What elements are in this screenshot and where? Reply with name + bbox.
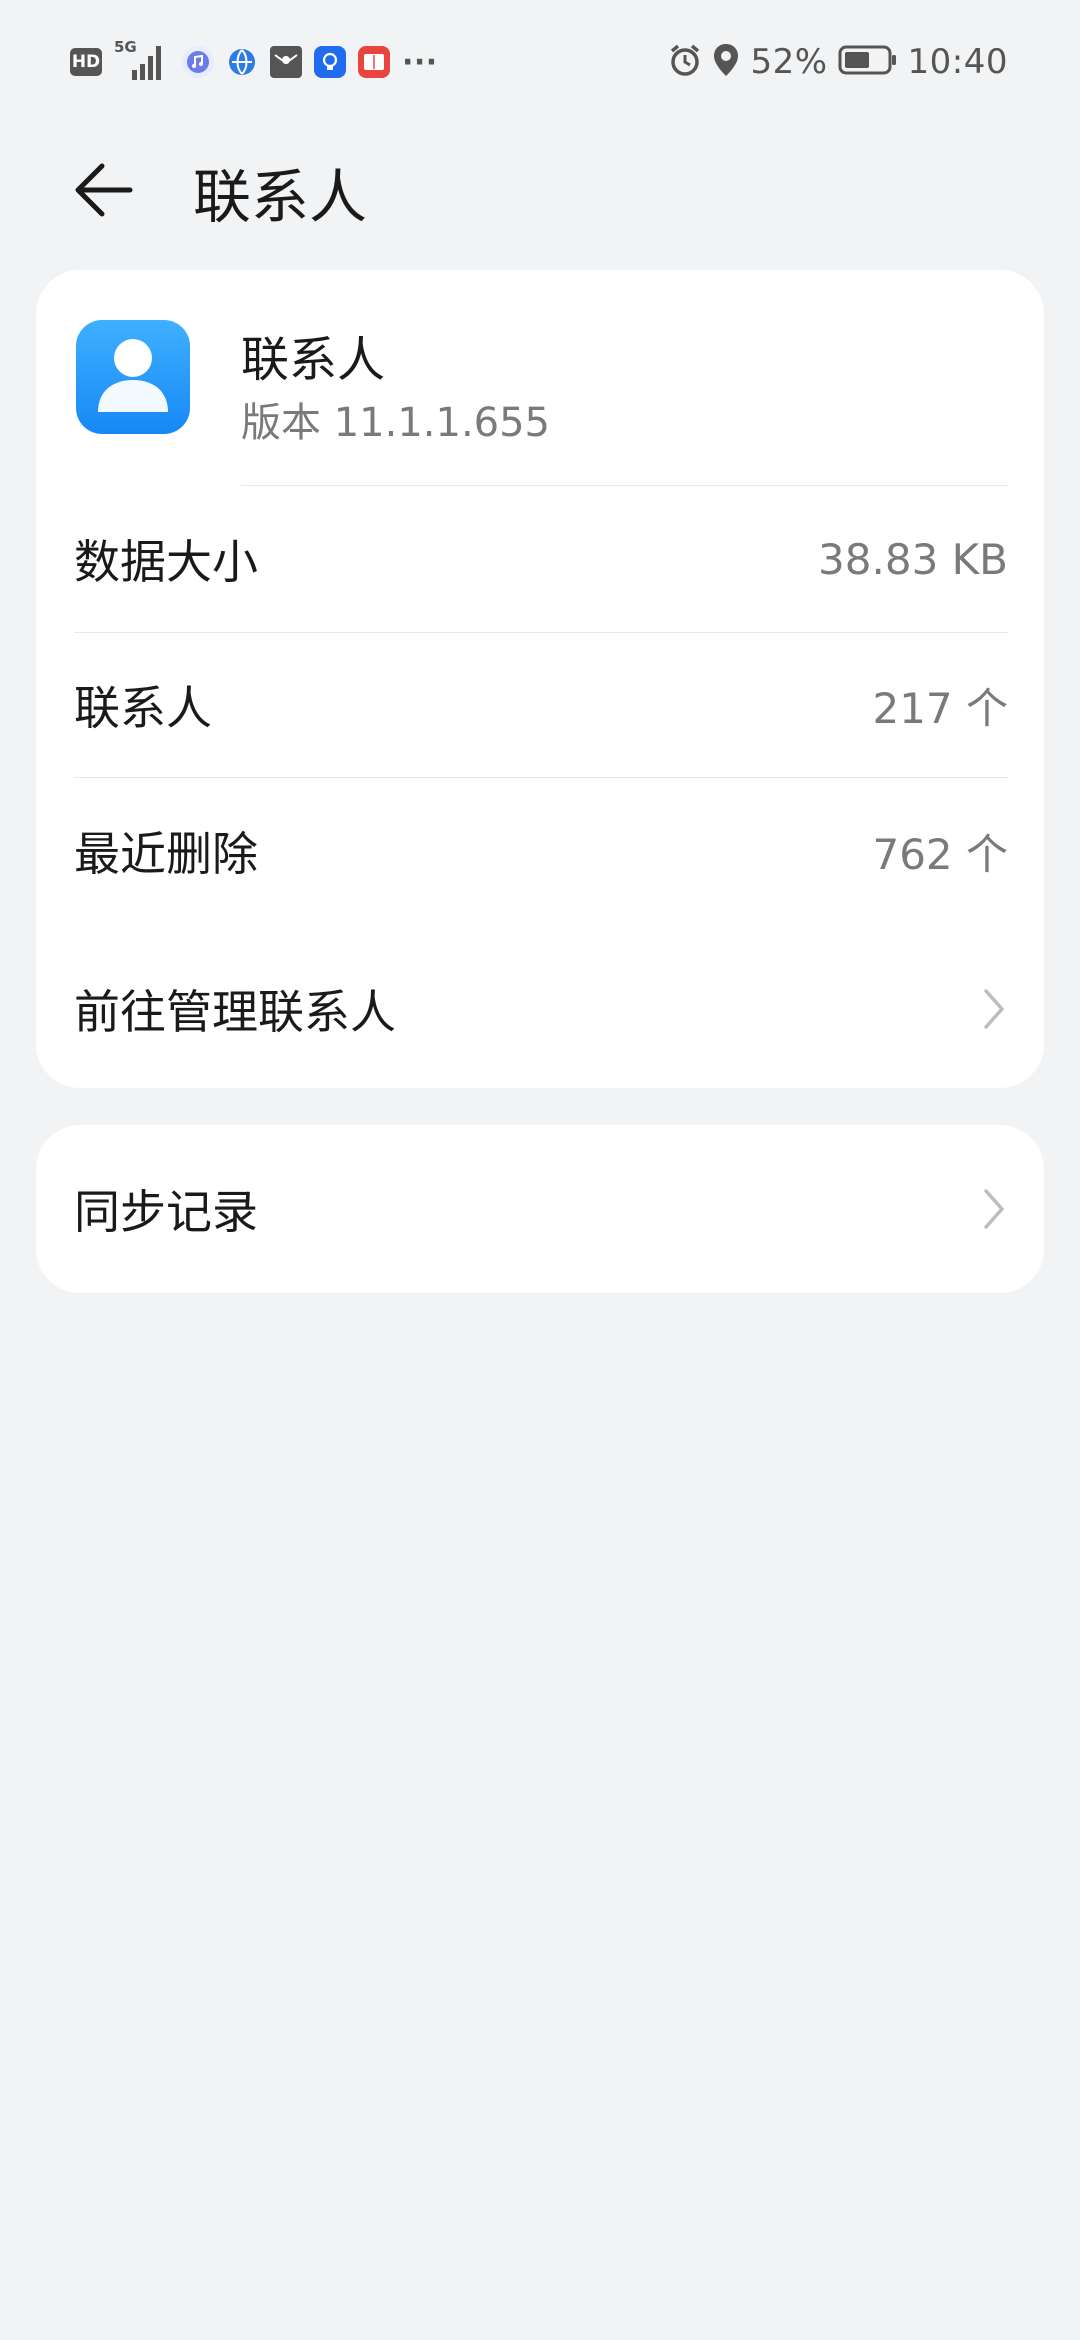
row-label: 数据大小: [74, 535, 258, 589]
alarm-icon: [668, 43, 702, 81]
reader-app-icon: [358, 46, 390, 78]
battery-percent: 52%: [750, 42, 828, 82]
status-bar: HD 5G ··· 52% 10:40: [0, 0, 1080, 124]
row-data-size: 数据大小 38.83 KB: [36, 486, 1044, 632]
app-info: 联系人 版本 11.1.1.655: [36, 270, 1044, 486]
contact-person-icon: [76, 320, 190, 434]
row-label: 前往管理联系人: [74, 985, 396, 1039]
status-bar-right: 52% 10:40: [658, 40, 1008, 84]
battery-icon: [838, 44, 898, 80]
row-contacts: 联系人 217 个: [36, 632, 1044, 778]
hd-icon: HD: [70, 48, 102, 76]
more-notifications-icon: ···: [402, 44, 438, 80]
row-label: 联系人: [74, 681, 212, 735]
back-button[interactable]: [68, 154, 140, 226]
page-title: 联系人: [193, 163, 368, 231]
app-info-card: 联系人 版本 11.1.1.655 数据大小 38.83 KB 联系人 217 …: [36, 270, 1044, 1088]
arrow-left-icon: [75, 163, 133, 217]
row-recently-deleted: 最近删除 762 个: [36, 778, 1044, 924]
row-label: 同步记录: [74, 1185, 258, 1239]
row-value: 217 个: [872, 683, 1008, 733]
manage-contacts-button[interactable]: 前往管理联系人: [36, 930, 1044, 1088]
browser-app-icon: [226, 46, 258, 78]
sync-record-button[interactable]: 同步记录: [36, 1125, 1044, 1293]
music-app-icon: [182, 46, 214, 78]
signal-5g-icon: 5G: [114, 38, 170, 82]
location-icon: [712, 42, 740, 82]
app-bar: 联系人: [0, 124, 1080, 254]
mail-app-icon: [270, 46, 302, 78]
chevron-right-icon: [980, 1125, 1008, 1293]
row-value: 762 个: [872, 829, 1008, 879]
idea-app-icon: [314, 46, 346, 78]
row-value: 38.83 KB: [818, 534, 1008, 584]
app-version: 版本 11.1.1.655: [241, 400, 551, 446]
status-bar-left: HD 5G ···: [70, 38, 450, 82]
chevron-right-icon: [980, 930, 1008, 1088]
status-time: 10:40: [907, 42, 1008, 82]
row-label: 最近删除: [74, 827, 258, 881]
sync-record-card: 同步记录: [36, 1125, 1044, 1293]
app-name: 联系人: [241, 332, 386, 388]
